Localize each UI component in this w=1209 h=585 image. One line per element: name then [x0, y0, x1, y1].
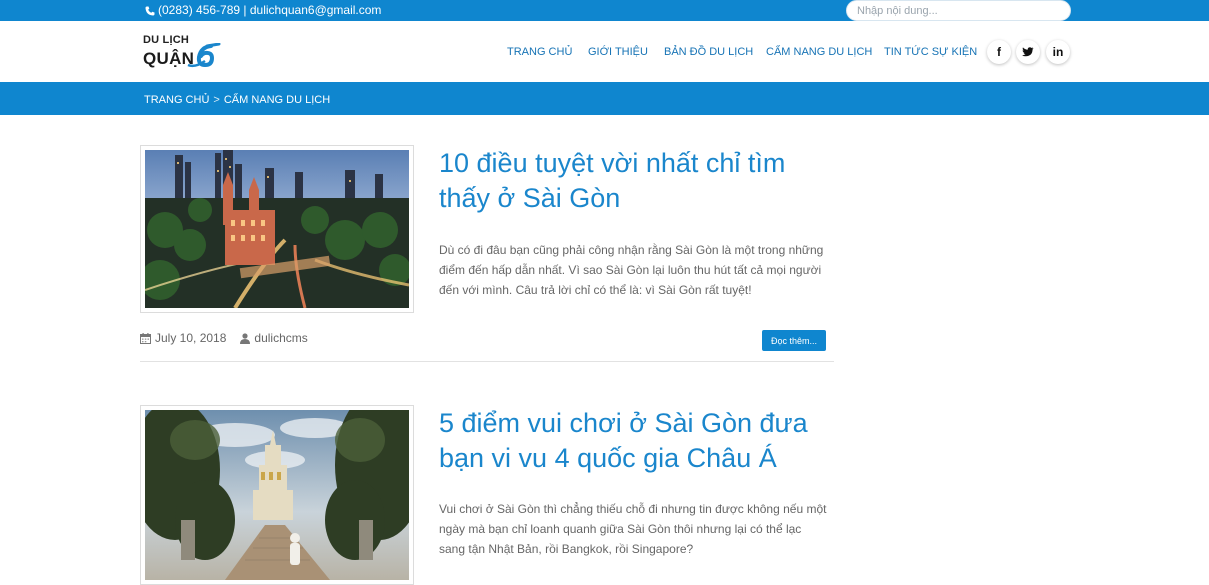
- twitter-icon[interactable]: [1016, 40, 1040, 64]
- breadcrumb-separator: >: [213, 94, 220, 106]
- top-bar: (0283) 456-789 | dulichquan6@gmail.com: [0, 0, 1209, 21]
- nav-item-tin-tuc-su-kien[interactable]: TIN TỨC SỰ KIỆN: [884, 46, 977, 58]
- post-author[interactable]: dulichcms: [254, 331, 307, 345]
- header: DU LỊCH QUẬN TRANG CHỦ GIỚI THIỆU BẢN ĐỒ…: [0, 21, 1209, 82]
- contact-info: (0283) 456-789 | dulichquan6@gmail.com: [145, 3, 381, 18]
- breadcrumb: TRANG CHỦ > CẨM NANG DU LỊCH: [144, 94, 330, 106]
- search-input[interactable]: [846, 0, 1071, 21]
- user-icon: [240, 332, 251, 344]
- site-logo[interactable]: DU LỊCH QUẬN: [143, 34, 223, 70]
- post-title[interactable]: 10 điều tuyệt vời nhất chỉ tìm thấy ở Sà…: [439, 146, 839, 216]
- read-more-button[interactable]: Đọc thêm...: [762, 330, 826, 351]
- post-thumbnail[interactable]: [140, 405, 414, 585]
- facebook-icon[interactable]: f: [987, 40, 1011, 64]
- breadcrumb-current: CẨM NANG DU LỊCH: [223, 94, 331, 106]
- post-meta: July 10, 2018 dulichcms: [140, 331, 308, 345]
- logo-six-mark: [187, 43, 221, 68]
- calendar-icon: [140, 332, 151, 344]
- post-date: July 10, 2018: [155, 331, 227, 345]
- contact-text: (0283) 456-789 | dulichquan6@gmail.com: [158, 3, 382, 17]
- breadcrumb-home[interactable]: TRANG CHỦ: [144, 94, 209, 106]
- logo-line1: DU LỊCH: [143, 34, 190, 46]
- temple-image: [145, 410, 409, 580]
- breadcrumb-bar: TRANG CHỦ > CẨM NANG DU LỊCH: [0, 82, 1209, 115]
- post-item: 5 điểm vui chơi ở Sài Gòn đưa bạn vi vu …: [140, 405, 834, 585]
- post-thumbnail[interactable]: [140, 145, 414, 313]
- post-divider: [140, 361, 834, 362]
- nav-item-trang-chu[interactable]: TRANG CHỦ: [507, 46, 572, 58]
- nav-item-cam-nang-du-lich[interactable]: CẨM NANG DU LỊCH: [766, 46, 872, 58]
- post-title[interactable]: 5 điểm vui chơi ở Sài Gòn đưa bạn vi vu …: [439, 406, 839, 476]
- linkedin-icon[interactable]: in: [1046, 40, 1070, 64]
- saigon-city-night-image: [145, 150, 409, 308]
- post-excerpt: Dù có đi đâu bạn cũng phải công nhận rằn…: [439, 243, 824, 297]
- post-item: 10 điều tuyệt vời nhất chỉ tìm thấy ở Sà…: [140, 145, 834, 365]
- nav-item-gioi-thieu[interactable]: GIỚI THIỆU: [588, 46, 648, 58]
- post-excerpt: Vui chơi ở Sài Gòn thì chẳng thiếu chỗ đ…: [439, 502, 827, 556]
- nav-item-ban-do-du-lich[interactable]: BẢN ĐỒ DU LỊCH: [664, 46, 753, 58]
- phone-icon: [145, 6, 155, 15]
